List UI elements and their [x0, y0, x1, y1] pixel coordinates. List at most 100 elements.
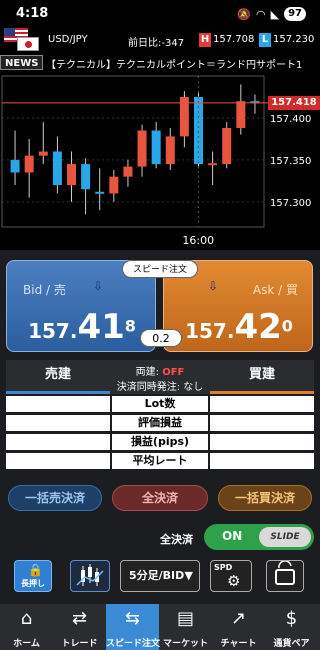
- bid-label: Bid / 売: [23, 283, 66, 297]
- candle-body: [38, 151, 48, 156]
- position-table: 売建 両建: OFF 決済同時発注: なし 買建 Lot数 評価損益 損益(pi…: [6, 360, 314, 470]
- ask-label: Ask / 買: [252, 283, 298, 297]
- sell-pl-cell: [6, 415, 110, 431]
- rotate-screen-icon: [275, 560, 295, 585]
- buy-pl-cell: [210, 415, 314, 431]
- table-row: Lot数: [6, 396, 314, 413]
- mute-icon: 🔕: [237, 7, 251, 21]
- status-icons: 🔕 ◠ ◣ 97: [237, 7, 306, 21]
- ask-price-main: 42: [234, 307, 282, 347]
- sell-lot-cell: [6, 396, 110, 412]
- day-change-label: 前日比:: [128, 38, 162, 49]
- table-row: 平均レート: [6, 453, 314, 470]
- ask-price-prefix: 157.: [185, 319, 235, 343]
- nav-chart[interactable]: ↗ チャート: [212, 604, 265, 650]
- nav-speed-order[interactable]: ⇆ スピード注文: [106, 604, 161, 650]
- nav-home-label: ホーム: [13, 639, 40, 649]
- hedge-value: OFF: [162, 367, 185, 378]
- nav-market-label: マーケット: [162, 639, 208, 649]
- candle-body: [222, 128, 232, 165]
- settle-all-toggle[interactable]: ON SLIDE: [204, 524, 314, 550]
- currency-pair-icon: $: [285, 608, 298, 629]
- candle-body: [24, 155, 34, 173]
- price-chart[interactable]: 157.400 157.350 157.300 16:00 157.418: [0, 72, 320, 250]
- speed-order-icon: ⇆: [124, 608, 141, 629]
- x-tick-label: 16:00: [182, 234, 214, 247]
- nav-market[interactable]: ▤ マーケット: [159, 604, 212, 650]
- slide-knob[interactable]: SLIDE: [259, 527, 311, 547]
- sell-pips-cell: [6, 434, 110, 450]
- bulk-buy-settle-button[interactable]: 一括買決済: [218, 485, 312, 511]
- bottom-nav: ⌂ ホーム ⇄ トレード ⇆ スピード注文 ▤ マーケット ↗ チャート $ 通…: [0, 604, 320, 650]
- y-tick-label: 157.400: [270, 114, 311, 125]
- speed-settings-label: SPD: [214, 563, 233, 572]
- news-tag: NEWS: [0, 55, 44, 70]
- lock-icon: 🔒: [28, 563, 43, 577]
- nav-chart-label: チャート: [220, 639, 257, 649]
- currency-flags: [4, 28, 42, 52]
- row-label-average-rate: 平均レート: [110, 453, 210, 469]
- table-row: 評価損益: [6, 415, 314, 432]
- news-ticker[interactable]: NEWS 【テクニカル】テクニカルポイント＝ランド円サポート1: [0, 54, 320, 72]
- sell-avg-cell: [6, 453, 110, 469]
- tab-buy-positions[interactable]: 買建: [210, 360, 314, 394]
- battery-level: 97: [284, 7, 306, 21]
- buy-lot-cell: [210, 396, 314, 412]
- indicator-chart-button[interactable]: [70, 560, 110, 592]
- settle-all-button[interactable]: 全決済: [112, 485, 208, 511]
- nav-currency-pairs[interactable]: $ 通貨ペア: [265, 604, 318, 650]
- signal-icon: ◣: [270, 7, 280, 21]
- row-label-lot: Lot数: [110, 396, 210, 412]
- timeframe-select[interactable]: 5分足/BID ▼: [120, 560, 200, 592]
- candle-body: [151, 130, 161, 165]
- candle-body: [236, 101, 246, 129]
- row-label-pips: 損益(pips): [110, 434, 210, 450]
- speed-settings-button[interactable]: SPD ⚙: [210, 560, 252, 592]
- ask-price-pip: 0: [281, 316, 293, 336]
- long-press-button[interactable]: 🔒 長押し: [14, 560, 52, 592]
- nav-speed-order-label: スピード注文: [106, 639, 161, 649]
- nav-trade-label: トレード: [61, 639, 98, 649]
- hedge-status[interactable]: 両建: OFF: [110, 363, 210, 378]
- spread-value: 0.2: [140, 329, 182, 347]
- tab-sell-positions[interactable]: 売建: [6, 360, 110, 394]
- quote-panel: Bid / 売 ⇩ 157.418 Ask / 買 ⇩ 157.420 スピード…: [0, 250, 320, 355]
- high-value: 157.708: [213, 34, 255, 45]
- nav-home[interactable]: ⌂ ホーム: [0, 604, 53, 650]
- settle-order-status[interactable]: 決済同時発注: なし: [110, 378, 210, 393]
- candle-body: [67, 164, 76, 186]
- candle-body: [165, 136, 175, 165]
- buy-pips-cell: [210, 434, 314, 450]
- high-badge: H: [199, 33, 211, 47]
- trade-icon: ⇄: [71, 608, 88, 629]
- timeframe-value: 5分足/BID: [129, 569, 185, 582]
- candle-body: [123, 166, 133, 177]
- pair-header[interactable]: USD/JPY 前日比:-347 H 157.708 L 157.230: [0, 28, 320, 54]
- long-press-label: 長押し: [21, 579, 45, 588]
- pair-symbol: USD/JPY: [48, 34, 88, 45]
- down-arrow-icon: ⇩: [208, 279, 219, 293]
- bid-price-prefix: 157.: [28, 319, 78, 343]
- home-icon: ⌂: [20, 608, 33, 629]
- orientation-button[interactable]: [266, 560, 304, 592]
- candle-body: [81, 164, 91, 190]
- buy-avg-cell: [210, 453, 314, 469]
- low-badge: L: [259, 33, 271, 47]
- candle-chart-icon: [76, 564, 104, 586]
- bulk-sell-settle-button[interactable]: 一括売決済: [8, 485, 102, 511]
- toggle-state: ON: [222, 529, 243, 543]
- dropdown-arrow-icon: ▼: [184, 569, 193, 582]
- candle-body: [52, 151, 62, 186]
- nav-currency-pairs-label: 通貨ペア: [273, 639, 310, 649]
- jp-flag-icon: [17, 37, 39, 51]
- settle-all-toggle-label: 全決済: [160, 533, 193, 546]
- gear-icon: ⚙: [227, 572, 241, 590]
- market-icon: ▤: [176, 608, 194, 629]
- candle-body: [208, 163, 218, 166]
- chart-icon: ↗: [230, 608, 247, 629]
- ask-price: 157.420: [164, 307, 314, 347]
- nav-trade[interactable]: ⇄ トレード: [53, 604, 106, 650]
- y-tick-label: 157.300: [270, 198, 311, 209]
- news-headline[interactable]: 【テクニカル】テクニカルポイント＝ランド円サポート1: [46, 56, 302, 71]
- bid-price-pip: 8: [124, 316, 136, 336]
